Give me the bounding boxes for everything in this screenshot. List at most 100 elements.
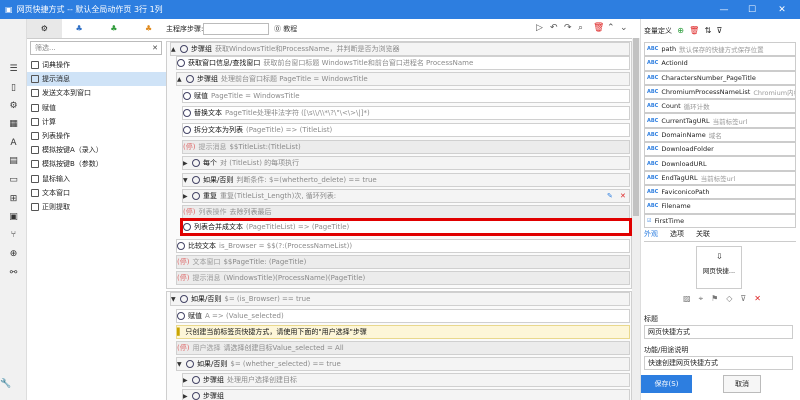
step-row-disabled[interactable]: (停) 文本窗口 $$PageTitle: (PageTitle) (176, 255, 630, 269)
step-row[interactable]: 拆分文本为列表 (PageTitle) => (TitleList) (182, 123, 630, 137)
branch-icon[interactable]: ⑂ (7, 229, 20, 242)
editor-scrollbar[interactable] (632, 38, 640, 400)
flag-icon[interactable]: ⚑ (711, 294, 718, 304)
step-row[interactable]: 赋值 A => (Value_selected) (176, 309, 630, 323)
main-steps-input[interactable] (203, 23, 269, 35)
expand-icon[interactable]: ▶ (183, 377, 189, 384)
tab-appearance[interactable]: 外观 (644, 229, 658, 239)
variable-item[interactable]: ABC CharactersNumber_PageTitle (644, 70, 796, 85)
variable-item[interactable]: ABC FaviconicoPath (644, 184, 796, 200)
step-row[interactable]: ▶ 重复 重复(TitleList_Length)次, 循环列表: ✎ ✕ (182, 189, 630, 203)
button-preview[interactable]: ⇩ 网页快捷... (696, 246, 742, 289)
command-item[interactable]: 提示消息 (27, 72, 166, 87)
variable-item[interactable]: ABC DownloadURL (644, 156, 796, 171)
remove-icon[interactable]: ✕ (620, 192, 626, 200)
step-row[interactable]: ▼ 如果/否则 判断条件: $=(whetherto_delete) == true (182, 173, 630, 187)
frame-icon[interactable]: ▭ (7, 174, 20, 187)
add-variable-icon[interactable]: ⊕ (677, 26, 684, 35)
step-row-disabled[interactable]: (停) 提示消息 $$TitleList:(TitleList) (182, 140, 630, 154)
funnel-icon[interactable]: ⊽ (740, 294, 746, 304)
pin-icon[interactable]: ⌖ (699, 294, 704, 304)
filter-input[interactable]: 筛选... ✕ (30, 41, 162, 55)
tools-icon[interactable]: 🔧 (0, 379, 11, 389)
step-row-disabled[interactable]: (停) 提示消息 (WindowsTitle)(ProcessName)(PageT… (176, 271, 630, 285)
variable-item[interactable]: ABC DownloadFolder (644, 142, 796, 157)
tab-green[interactable]: ♣ (97, 19, 132, 38)
redo-icon[interactable]: ↷ (564, 23, 572, 33)
close-button[interactable]: ✕ (770, 0, 794, 19)
step-row[interactable]: ▼ 如果/否则 $= (is_Browser) == true (170, 292, 630, 306)
step-row[interactable]: 比较文本 is_Browser = $$(?:(ProcessNameList)) (176, 239, 630, 253)
undo-icon[interactable]: ↶ (550, 23, 558, 33)
step-row[interactable]: ▲ 步骤组 处理前台窗口标题 PageTitle = WindowsTitle (176, 72, 630, 86)
step-row-disabled[interactable]: (停) 用户选择 请选择创建目标Value_selected = All (176, 341, 630, 355)
settings-icon[interactable]: ⚙ (7, 100, 20, 113)
collapse-icon[interactable]: ▼ (183, 177, 189, 184)
collapse-icon[interactable]: ⌄ (620, 23, 628, 33)
collapse-icon[interactable]: ▲ (171, 46, 177, 53)
tutorial-link[interactable]: ⓪ 教程 (274, 24, 297, 34)
tab-options[interactable]: 选项 (670, 229, 684, 239)
minimize-button[interactable]: — (712, 0, 736, 19)
command-item[interactable]: 发送文本到窗口 (27, 86, 166, 100)
remove-icon[interactable]: ✕ (754, 294, 761, 304)
variable-item[interactable]: ABC ChromiumProcessNameList Chromium内核 (644, 84, 796, 100)
maximize-button[interactable]: ☐ (740, 0, 764, 19)
sort-icon[interactable]: ⇅ (705, 26, 712, 35)
filter-icon[interactable]: ⊽ (717, 26, 723, 35)
clear-filter-icon[interactable]: ✕ (152, 42, 158, 54)
clipboard-icon[interactable]: ▣ (7, 211, 20, 224)
step-row[interactable]: 获取窗口信息/查找窗口 获取前台窗口标题 WindowsTitle和前台窗口进程名… (176, 56, 630, 70)
variable-item[interactable]: ABC path 默认保存的快捷方式保存位置 (644, 42, 796, 57)
document-icon[interactable]: ▤ (7, 155, 20, 168)
command-item[interactable]: 模拟按键A（录入） (27, 143, 166, 157)
delete-icon[interactable]: 🗑 (593, 23, 604, 33)
collapse-icon[interactable]: ▼ (177, 361, 183, 368)
erase-icon[interactable]: ◇ (726, 294, 732, 304)
edit-icon[interactable]: ✎ (607, 192, 613, 200)
globe-icon[interactable]: ⊕ (7, 248, 20, 261)
step-row[interactable]: ▶ 每个对 (TitleList) 的每项执行 (182, 156, 630, 170)
command-item[interactable]: 赋值 (27, 101, 166, 115)
tab-links[interactable]: 关联 (696, 229, 710, 239)
step-row[interactable]: 替换文本 PageTitle处理非法字符 ([\s\\/\\*\?\"\<\>\|… (182, 106, 630, 120)
font-icon[interactable]: A (7, 137, 20, 150)
title-input[interactable]: 网页快捷方式 (644, 325, 793, 339)
expand-icon[interactable]: ▶ (183, 193, 189, 200)
expand-icon[interactable]: ⌃ (607, 23, 615, 33)
command-item[interactable]: 正则提取 (27, 200, 166, 214)
variable-item[interactable]: ABC ActionId (644, 56, 796, 71)
tab-blue[interactable]: ♣ (62, 19, 97, 38)
delete-variable-icon[interactable]: 🗑 (689, 26, 699, 35)
expand-icon[interactable]: ▶ (183, 393, 189, 400)
variable-item[interactable]: ☑ FirstTime (644, 213, 796, 228)
calendar-icon[interactable]: ▦ (7, 118, 20, 131)
cancel-button[interactable]: 取消 (723, 375, 761, 393)
variable-item[interactable]: ABC Filename (644, 199, 796, 214)
scrollbar-thumb[interactable] (633, 38, 639, 216)
command-item[interactable]: 鼠标输入 (27, 172, 166, 186)
plugin-icon[interactable]: ⚯ (7, 267, 20, 280)
variable-item[interactable]: ABC DomainName 域名 (644, 127, 796, 143)
tab-orange[interactable]: ♣ (131, 19, 166, 38)
menu-icon[interactable]: ☰ (7, 63, 20, 76)
step-row-highlighted[interactable]: 列表合并成文本 (PageTitleList) => (PageTitle) (180, 218, 632, 236)
step-row-disabled[interactable]: (停) 列表操作 去除列表最后 (182, 205, 630, 219)
command-item[interactable]: 词典操作 (27, 58, 166, 72)
search-icon[interactable]: ⌕ (578, 23, 583, 33)
save-button[interactable]: 保存(S) (641, 375, 692, 393)
image-icon[interactable]: ▨ (683, 294, 691, 304)
collapse-icon[interactable]: ▲ (177, 76, 183, 83)
step-row[interactable]: ▶ 步骤组 (182, 389, 630, 400)
tab-system[interactable]: ⚙ (27, 19, 62, 38)
command-item[interactable]: 模拟按键B（参数） (27, 157, 166, 171)
command-item[interactable]: 文本窗口 (27, 186, 166, 200)
step-row[interactable]: 赋值 PageTitle = WindowsTitle (182, 89, 630, 103)
step-row[interactable]: ▶ 步骤组 处理用户选择创建目标 (182, 373, 630, 387)
variable-item[interactable]: ABC EndTagURL 当前标签url (644, 170, 796, 185)
step-row[interactable]: ▲ 步骤组 获取WindowsTitle和ProcessName，并判断是否为浏览器 (170, 42, 630, 56)
windows-icon[interactable]: ⊞ (7, 193, 20, 206)
variable-item[interactable]: ABC CurrentTagURL 当前标签url (644, 113, 796, 128)
variable-item[interactable]: ABC Count 循环计数 (644, 99, 796, 114)
command-item[interactable]: 计算 (27, 115, 166, 129)
